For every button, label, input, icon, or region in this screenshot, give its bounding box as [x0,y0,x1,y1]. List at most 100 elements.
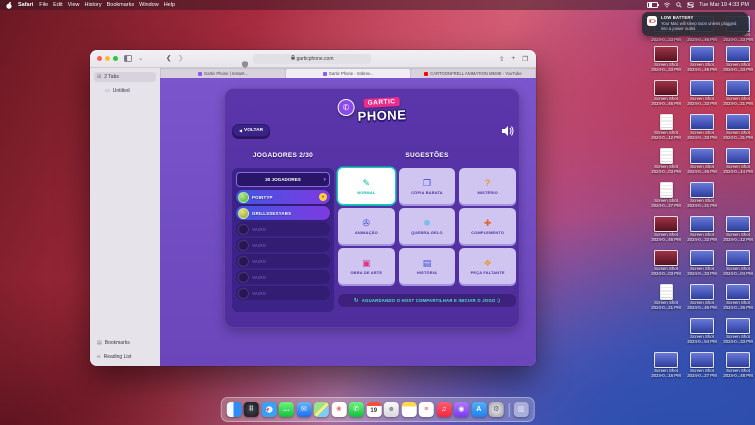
desktop-icon[interactable]: Screen Shot 2024-0...21 PM [650,284,682,311]
menu-app-name[interactable]: Safari [18,2,33,8]
lock-icon [290,55,295,62]
desktop-icon[interactable]: Screen Shot 2024-0...26 PM [722,284,754,311]
desktop-icon[interactable]: Screen Shot 2024-0...04 PM [722,250,754,277]
control-center-icon[interactable] [687,2,694,8]
sidebar-toggle-icon[interactable] [124,50,132,69]
forward-icon[interactable]: ❯ [178,50,183,67]
dock-safari[interactable]: ➤ [261,402,277,417]
dock-facetime[interactable]: ✆ [348,402,364,417]
minimize-button[interactable] [105,56,110,61]
mode-card[interactable]: ? MISTÉRIO [459,168,516,204]
mode-card[interactable]: ❖ PEÇA FALTANTE [459,248,516,284]
dock-notes[interactable] [401,402,417,417]
desktop-icon[interactable]: Screen Shot 2024-0...46 PM [650,216,682,243]
menu-item[interactable]: Window [139,2,159,8]
max-players-select[interactable]: 30 JOGADORES [236,172,330,187]
apple-icon[interactable] [6,1,12,9]
dock-finder[interactable] [226,402,242,417]
back-icon[interactable]: ❮ [166,50,171,67]
new-tab-icon[interactable]: + [511,55,515,62]
desktop-icon[interactable]: Screen Shot 2024-0...27 PM [650,182,682,209]
dock-podcasts[interactable]: ◉ [453,402,469,417]
dock-calendar[interactable]: 19 [366,402,382,417]
desktop-icon[interactable]: Screen Shot 2024-0...46 PM [686,46,718,73]
desktop-icon[interactable]: Screen Shot 2024-0...46 PM [686,284,718,311]
desktop-icon[interactable]: Screen Shot 2024-0...31 PM [722,114,754,141]
mode-card[interactable]: ❐ CÓPIA BARATA [398,168,456,204]
empty-avatar [238,255,249,267]
mode-card[interactable]: ✚ COMPLEMENTO [459,208,516,244]
browser-tab[interactable]: CARTOONFRELL ANIMATION MEME - YouTube [411,69,535,78]
file-label: Screen Shot 2024-0...33 PM [723,62,753,72]
dock-messages[interactable]: … [278,402,294,417]
menu-item[interactable]: View [68,2,80,8]
sidebar-item-untitled[interactable]: ▭ Untitled [102,86,156,96]
dock-trash[interactable]: ▥ [513,402,529,417]
desktop-icon[interactable]: Screen Shot 2024-0...33 PM [686,80,718,107]
tab-overview-icon[interactable]: ❐ [522,55,528,63]
file-label: Screen Shot 2024-0...26 PM [723,300,753,310]
desktop-icon[interactable]: Screen Shot 2024-0...46 PM [686,148,718,175]
desktop-icon[interactable]: Screen Shot 2024-0...16 PM [650,352,682,379]
dock-music[interactable]: ♫ [436,402,452,417]
sidebar-item-reading-list[interactable]: ∞ Reading List [94,352,156,362]
search-icon[interactable] [676,2,682,8]
browser-tab[interactable]: Gartic Phone - Sobrev... [286,69,410,78]
desktop-icon[interactable]: Screen Shot 2024-0...33 PM [722,318,754,345]
sidebar-item-bookmarks[interactable]: ▤ Bookmarks [94,338,156,348]
desktop-icon[interactable]: Screen Shot 2024-0...03 PM [650,148,682,175]
menu-item[interactable]: Help [164,2,175,8]
desktop-icon[interactable]: Screen Shot 2024-0...21 PM [686,182,718,209]
menu-item[interactable]: Bookmarks [107,2,135,8]
dock-reminders[interactable]: ≡ [418,402,434,417]
empty-label: VAZIO [252,242,267,248]
menu-item[interactable]: Edit [53,2,62,8]
desktop-icon[interactable]: Screen Shot 2024-0...33 PM [722,46,754,73]
chevron-down-icon[interactable]: ⌄ [138,50,143,67]
close-button[interactable] [97,56,102,61]
low-battery-notification[interactable]: LOW BATTERY Your Mac will sleep soon unl… [642,12,748,36]
desktop-icon[interactable]: Screen Shot 2024-0...33 PM [686,216,718,243]
browser-tab[interactable]: Gartic Phone | Instant... [161,69,285,78]
dock-photos[interactable]: ❀ [331,402,347,417]
back-button[interactable]: VOLTAR [232,124,270,137]
wifi-icon[interactable] [663,2,671,8]
menu-item[interactable]: File [39,2,48,8]
mode-card[interactable]: ❄ QUEBRA-GELO [398,208,456,244]
desktop-icon[interactable]: Screen Shot 2024-0...03 PM [650,250,682,277]
dock-mail[interactable]: ✉ [296,402,312,417]
battery-status-icon [647,16,657,26]
menu-item[interactable]: History [84,2,101,8]
desktop-icon[interactable]: Screen Shot 2024-0...33 PM [650,46,682,73]
dock-maps[interactable] [313,402,329,417]
sound-icon[interactable] [502,123,514,141]
mode-card[interactable]: ▣ OBRA DE ARTE [338,248,395,284]
desktop-icon[interactable]: Screen Shot 2024-0...33 PM [686,114,718,141]
dock-app-store[interactable]: A [471,402,487,417]
desktop-icon[interactable]: Screen Shot 2024-0...48 PM [722,352,754,379]
desktop-icon[interactable]: Screen Shot 2024-0...54 PM [686,318,718,345]
desktop-icon[interactable]: Screen Shot 2024-0...46 PM [650,80,682,107]
zoom-button[interactable] [113,56,118,61]
mode-card[interactable]: ▤ HISTÓRIA [398,248,456,284]
desktop-icon[interactable]: Screen Shot 2024-0...33 PM [686,250,718,277]
share-icon[interactable]: ⇧ [499,55,504,63]
dock-contacts[interactable]: ☻ [383,402,399,417]
file-thumbnail [654,352,678,368]
player-row[interactable]: GRILLSSEXYABS [236,206,330,220]
empty-avatar [238,223,249,235]
mode-card[interactable]: ✇ ANIMAÇÃO [338,208,395,244]
dock-launchpad[interactable]: ⠿ [243,402,259,417]
dock-system-preferences[interactable]: ⚙ [488,402,504,417]
sidebar-item-tab-group[interactable]: ⊞ 2 Tabs [94,72,156,82]
battery-icon[interactable] [647,1,659,9]
desktop-icon[interactable]: Screen Shot 2024-0...12 PM [650,114,682,141]
address-bar[interactable]: garticphone.com [253,53,371,64]
mode-card[interactable]: ✎ NORMAL [338,168,395,204]
desktop-icon[interactable]: Screen Shot 2024-0...21 PM [722,80,754,107]
menu-clock[interactable]: Tue Mar 19 4:33 PM [699,2,749,8]
desktop-icon[interactable]: Screen Shot 2024-0...12 PM [722,216,754,243]
desktop-icon[interactable]: Screen Shot 2024-0...14 PM [722,148,754,175]
player-row[interactable]: POINTYP [236,190,330,204]
desktop-icon[interactable]: Screen Shot 2024-0...27 PM [686,352,718,379]
